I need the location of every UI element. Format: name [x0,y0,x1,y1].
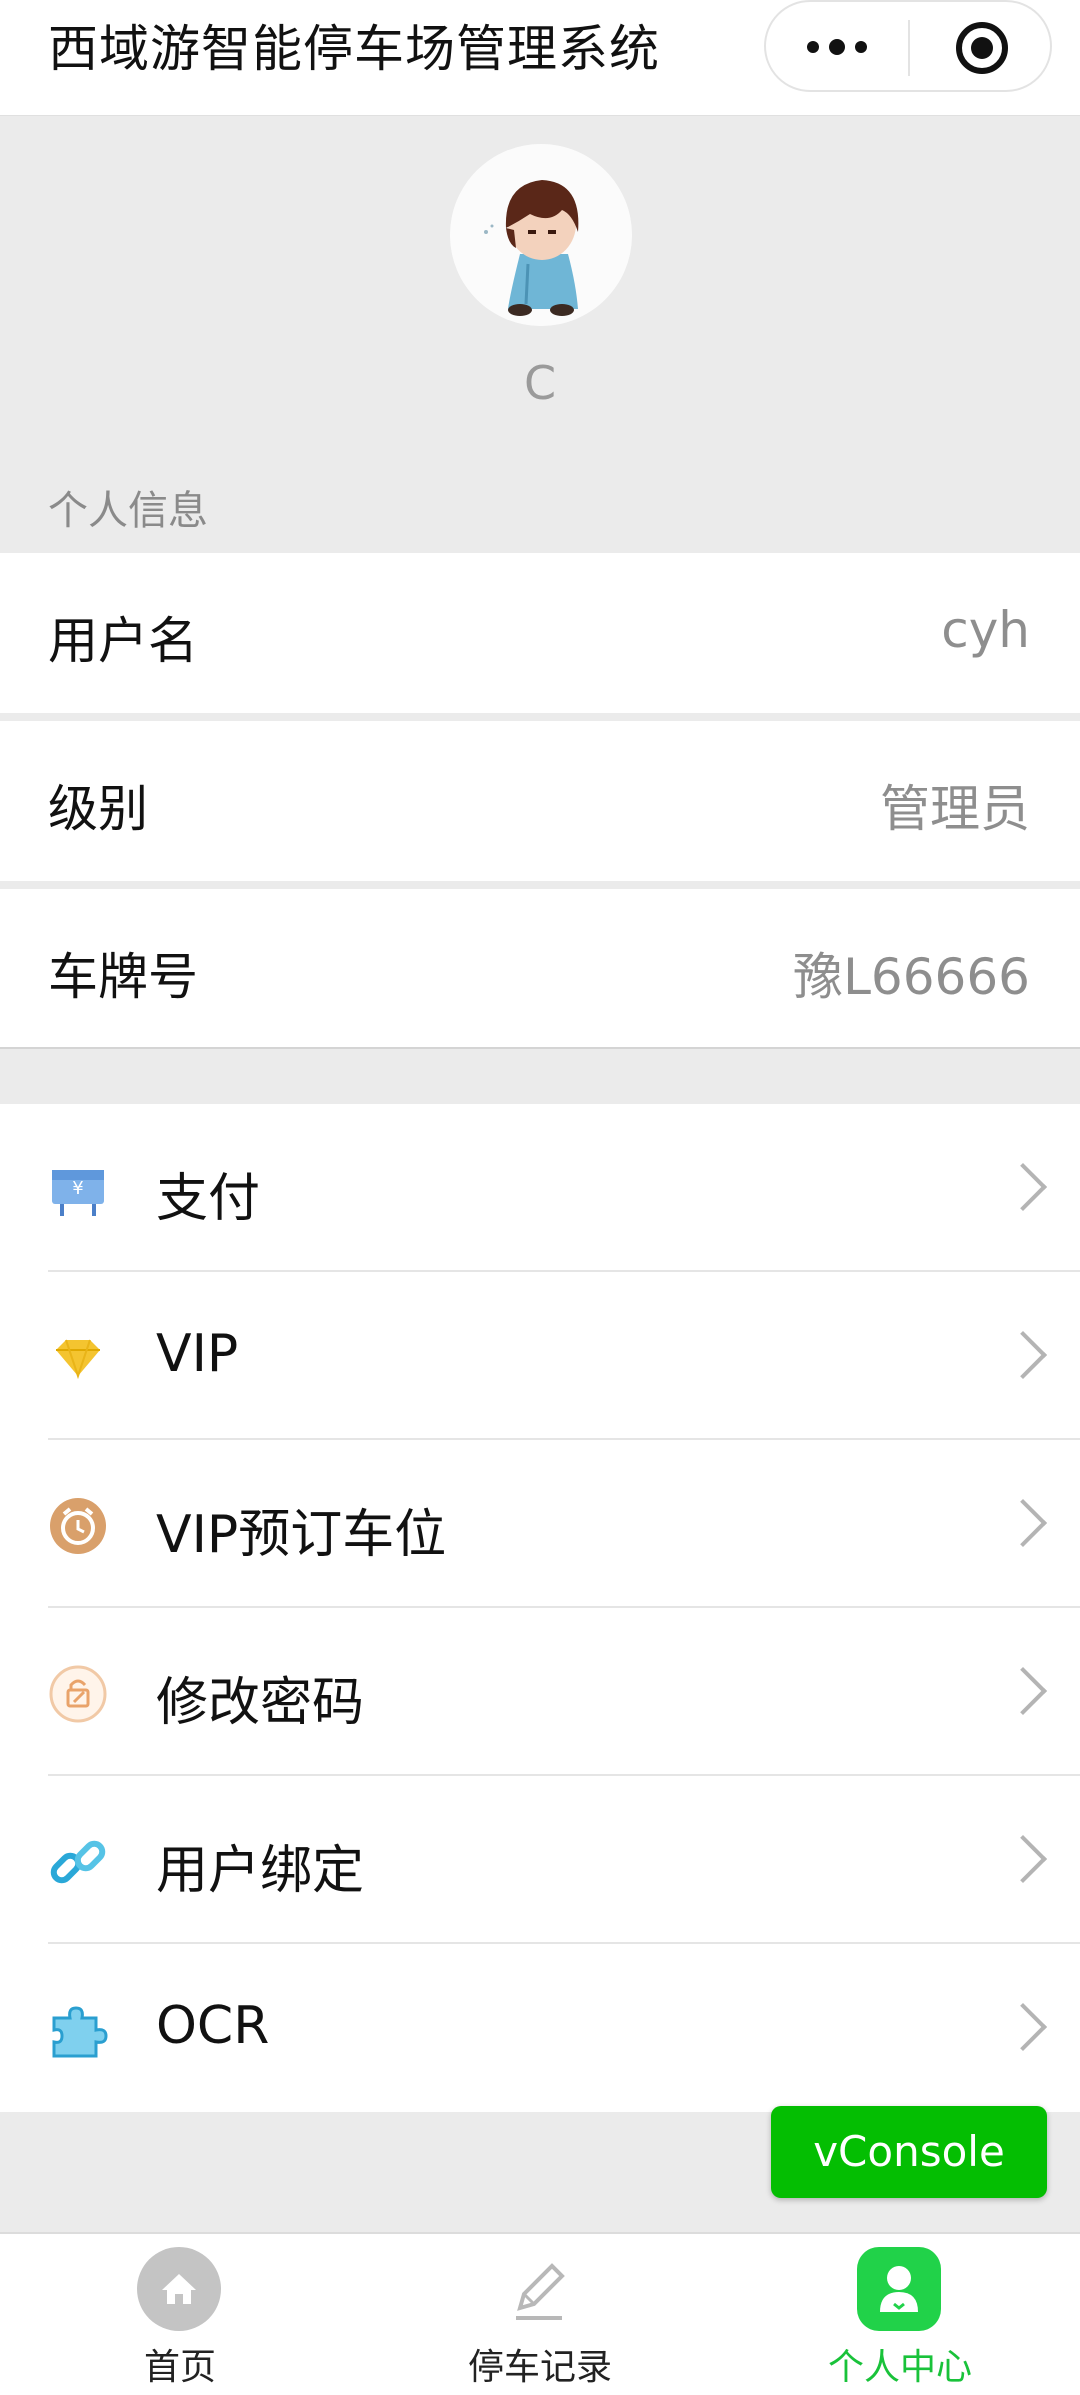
tab-parking-records[interactable]: 停车记录 [360,2234,720,2395]
menu-item-payment[interactable]: ¥ 支付 [0,1104,1080,1272]
user-nickname: C [523,356,557,410]
tab-home[interactable]: 首页 [0,2234,360,2395]
more-dot-icon [807,41,819,53]
svg-text:¥: ¥ [72,1178,83,1199]
menu-item-vip[interactable]: VIP [0,1272,1080,1440]
menu-item-change-password[interactable]: 修改密码 [0,1608,1080,1776]
page: 西域游智能停车场管理系统 C 个人信息 用户名 cyh 级别 管理员 车牌号 豫… [0,0,1080,2395]
info-row-plate: 车牌号 豫L66666 [0,889,1080,1049]
person-icon [856,2246,942,2332]
menu-label: 支付 [156,1169,261,1229]
close-button[interactable] [910,2,1050,94]
menu-label: VIP预订车位 [156,1505,447,1565]
more-dot-icon [829,39,845,55]
function-menu: ¥ 支付 VIP VIP预订车位 修改密码 用户绑定 OCR [0,1104,1080,2112]
link-icon [48,1832,108,1892]
vconsole-button[interactable]: vConsole [771,2106,1047,2198]
profile-header: C 个人信息 [0,116,1080,552]
alarm-clock-icon [48,1496,108,1556]
more-button[interactable] [766,2,908,94]
info-label: 车牌号 [48,948,198,1006]
tab-label: 首页 [143,2347,216,2388]
chevron-right-icon [998,1162,1048,1212]
top-navbar: 西域游智能停车场管理系统 [0,0,1080,116]
info-value: 管理员 [880,780,1030,838]
info-label: 用户名 [48,612,198,670]
tab-personal-center[interactable]: 个人中心 [720,2234,1080,2395]
diamond-icon [48,1328,108,1388]
puzzle-icon [48,2000,108,2060]
info-row-level: 级别 管理员 [0,721,1080,881]
section-label-personal-info: 个人信息 [48,488,208,534]
menu-item-ocr[interactable]: OCR [0,1944,1080,2112]
pencil-icon [496,2246,582,2332]
info-row-username: 用户名 cyh [0,553,1080,713]
chevron-right-icon [998,1330,1048,1380]
avatar-illustration [450,144,632,326]
avatar[interactable] [450,144,632,326]
bottom-tabbar: 首页 停车记录 个人中心 [0,2232,1080,2395]
info-value: 豫L66666 [793,948,1030,1006]
chevron-right-icon [998,1666,1048,1716]
payment-icon: ¥ [48,1160,108,1220]
menu-item-vip-reserve[interactable]: VIP预订车位 [0,1440,1080,1608]
mini-program-capsule [764,0,1052,92]
chevron-right-icon [998,1834,1048,1884]
more-dot-icon [855,41,867,53]
menu-label: VIP [156,1324,239,1384]
chevron-right-icon [998,2002,1048,2052]
info-value: cyh [941,601,1030,659]
edit-lock-icon [48,1664,108,1724]
target-close-dot [971,37,993,59]
tab-label: 停车记录 [467,2347,612,2388]
info-label: 级别 [48,780,148,838]
chevron-right-icon [998,1498,1048,1548]
menu-label: OCR [156,1996,270,2056]
home-icon [136,2246,222,2332]
menu-label: 修改密码 [156,1673,365,1733]
page-title: 西域游智能停车场管理系统 [48,20,660,78]
menu-label: 用户绑定 [156,1841,365,1901]
menu-item-user-binding[interactable]: 用户绑定 [0,1776,1080,1944]
tab-label: 个人中心 [827,2347,972,2388]
